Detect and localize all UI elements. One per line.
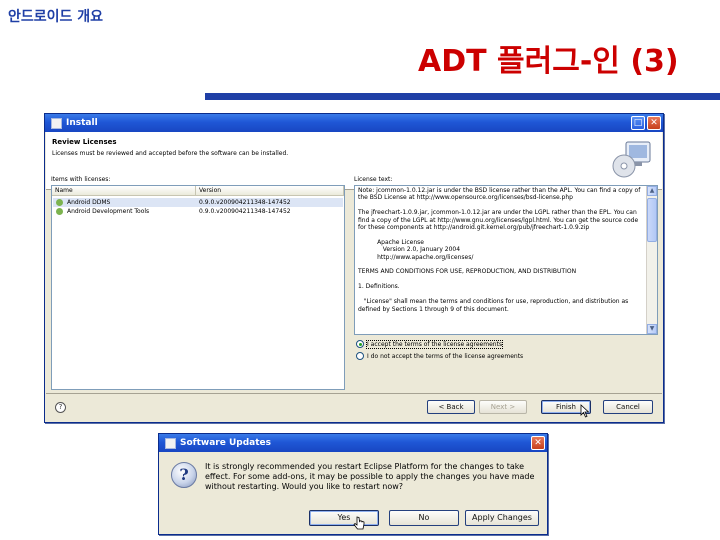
license-text-area[interactable]: Note: jcommon-1.0.12.jar is under the BS… [354,185,658,335]
updates-titlebar[interactable]: Software Updates ✕ [159,434,547,452]
footer-separator [46,393,662,394]
license-text: Note: jcommon-1.0.12.jar is under the BS… [358,187,641,313]
next-button[interactable]: Next > [479,400,527,414]
close-icon[interactable]: ✕ [531,436,545,450]
question-icon: ? [171,462,197,488]
column-header-name[interactable]: Name [52,186,196,196]
wizard-header-title: Review Licenses [52,138,117,146]
install-window-title: Install [66,118,98,128]
apply-changes-button[interactable]: Apply Changes [465,510,539,526]
table-row[interactable]: Android Development Tools 0.9.0.v2009042… [53,207,343,216]
install-wizard-icon [612,141,651,178]
yes-button[interactable]: Yes [309,510,379,526]
app-icon [51,117,62,129]
help-icon[interactable]: ? [55,402,66,413]
scroll-thumb[interactable] [647,198,657,242]
updates-dialog-title: Software Updates [180,438,271,448]
plugin-icon [56,208,63,215]
license-scrollbar[interactable]: ▲ ▼ [646,186,657,334]
decline-license-label[interactable]: I do not accept the terms of the license… [367,353,523,360]
item-version: 0.9.0.v200904211348-147452 [199,199,291,206]
accept-license-radio[interactable]: I accept the terms of the license agreem… [356,339,504,349]
restart-message: It is strongly recommended you restart E… [205,462,535,491]
scroll-down-icon[interactable]: ▼ [647,324,657,334]
wizard-header-description: Licenses must be reviewed and accepted b… [52,150,289,157]
items-label: Items with licenses: [51,176,111,183]
no-button[interactable]: No [389,510,459,526]
slide-subtitle: 안드로이드 개요 [8,9,104,25]
item-name: Android DDMS [67,199,111,206]
decline-license-radio[interactable]: I do not accept the terms of the license… [356,352,523,360]
hand-pointer-icon [353,516,365,530]
install-window: Install □ ✕ Review Licenses Licenses mus… [44,113,664,423]
software-updates-dialog: Software Updates ✕ ? It is strongly reco… [158,433,548,535]
mouse-pointer-icon [580,404,590,418]
radio-checked-icon[interactable] [356,340,364,348]
title-underline [205,93,720,100]
accept-license-label[interactable]: I accept the terms of the license agreem… [365,339,504,349]
item-name: Android Development Tools [67,208,150,215]
table-row[interactable]: Android DDMS 0.9.0.v200904211348-147452 [53,198,343,207]
column-header-version[interactable]: Version [196,186,344,196]
close-icon[interactable]: ✕ [647,116,661,130]
install-titlebar[interactable]: Install □ ✕ [45,114,663,132]
item-version: 0.9.0.v200904211348-147452 [199,208,291,215]
license-text-label: License text: [354,176,393,183]
radio-unchecked-icon[interactable] [356,352,364,360]
scroll-up-icon[interactable]: ▲ [647,186,657,196]
plugin-icon [56,199,63,206]
app-icon [165,437,176,449]
slide-title: ADT 플러그-인 (3) [418,44,679,79]
license-items-table[interactable]: Name Version Android DDMS 0.9.0.v2009042… [51,185,345,390]
maximize-icon[interactable]: □ [631,116,645,130]
cancel-button[interactable]: Cancel [603,400,653,414]
back-button[interactable]: < Back [427,400,475,414]
